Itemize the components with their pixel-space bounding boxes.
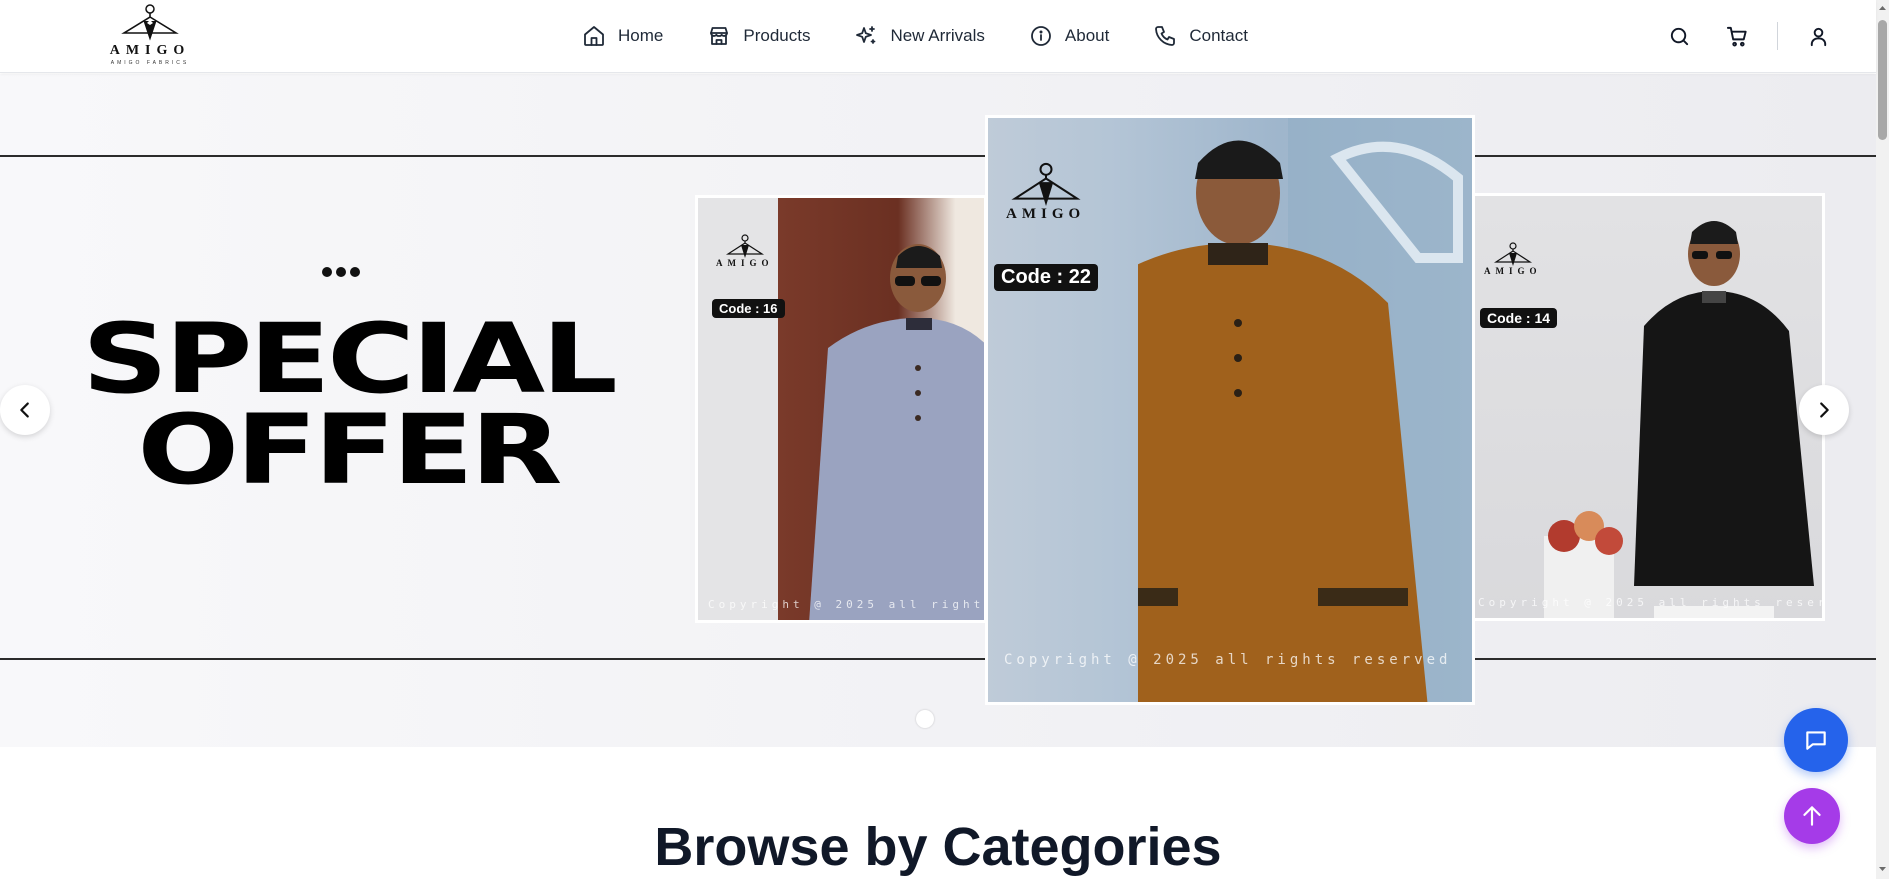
info-icon <box>1031 26 1051 46</box>
watermark-logo: AMIGO <box>716 234 774 268</box>
header-divider <box>1777 22 1778 50</box>
cart-icon <box>1726 26 1747 46</box>
model-figure <box>1138 118 1472 702</box>
scroll-to-top-button[interactable] <box>1784 788 1840 844</box>
chevron-right-icon <box>1820 402 1829 418</box>
page-scrollbar[interactable] <box>1876 0 1889 879</box>
arrow-up-icon <box>1803 806 1821 826</box>
chat-icon <box>1806 731 1826 750</box>
chat-button[interactable] <box>1784 708 1848 772</box>
sparkles-icon <box>856 26 876 44</box>
carousel-slide[interactable]: AMIGO Code : 16 Copyright @ 2025 all rig… <box>695 195 987 623</box>
account-button[interactable] <box>1800 18 1836 54</box>
nav-contact[interactable]: Contact <box>1131 18 1270 54</box>
phone-icon <box>1155 26 1176 46</box>
nav-about-label: About <box>1064 26 1110 45</box>
product-code-badge: Code : 22 <box>994 264 1099 291</box>
carousel-pagination-dot[interactable] <box>916 710 934 728</box>
hanger-logo-icon <box>1010 162 1081 206</box>
model-figure <box>1544 221 1814 618</box>
heading-line-1: SPECIAL <box>81 303 618 415</box>
watermark-brand: AMIGO <box>716 258 774 268</box>
nav-new-arrivals[interactable]: New Arrivals <box>832 18 1006 54</box>
carousel-slide-active[interactable]: AMIGO Code : 22 Copyright @ 2025 all rig… <box>985 115 1475 705</box>
nav-home[interactable]: Home <box>560 18 685 54</box>
hanger-logo-icon <box>121 4 179 41</box>
hanger-logo-icon <box>1493 242 1532 266</box>
home-icon <box>584 26 604 46</box>
chevron-left-icon <box>20 402 29 418</box>
carousel-next-button[interactable] <box>1799 385 1849 435</box>
nav-new-arrivals-label: New Arrivals <box>890 26 985 45</box>
model-figure <box>809 244 984 620</box>
hero-top-rule <box>0 155 1876 157</box>
header-actions <box>1639 18 1836 54</box>
nav-contact-label: Contact <box>1189 26 1248 45</box>
nav-products-label: Products <box>743 26 811 45</box>
watermark-logo: AMIGO <box>1006 162 1085 223</box>
scrollbar-thumb[interactable] <box>1878 20 1887 140</box>
copyright-watermark: Copyright @ 2025 all rights reserved <box>1004 652 1452 668</box>
store-icon <box>710 27 729 45</box>
scroll-up-icon[interactable] <box>1878 3 1887 13</box>
watermark-brand: AMIGO <box>1484 266 1542 276</box>
carousel-prev-button[interactable] <box>0 385 50 435</box>
search-button[interactable] <box>1661 18 1697 54</box>
watermark-logo: AMIGO <box>1484 242 1542 276</box>
nav-about[interactable]: About <box>1007 18 1131 54</box>
brand-subtitle: AMIGO FABRICS <box>110 60 190 66</box>
product-code-badge: Code : 16 <box>712 299 785 318</box>
section-title: Browse by Categories <box>654 817 1222 877</box>
special-offer-heading: SPECIAL OFFER <box>82 311 618 498</box>
hero-carousel: SPECIAL OFFER AMIGO Code : 16 Copyright … <box>0 74 1876 747</box>
copyright-watermark: Copyright @ 2025 all rights reserved <box>1478 596 1825 609</box>
product-code-badge: Code : 14 <box>1480 308 1558 328</box>
hanger-logo-icon <box>725 234 764 258</box>
watermark-brand: AMIGO <box>1006 206 1086 222</box>
ellipsis-icon <box>322 267 360 277</box>
user-icon <box>1810 27 1826 46</box>
carousel-slide[interactable]: AMIGO Code : 14 Copyright @ 2025 all rig… <box>1471 193 1825 621</box>
hero-bottom-rule <box>0 658 1876 660</box>
main-nav: Home Products New Arrivals About Contact <box>560 18 1270 54</box>
heading-line-2: OFFER <box>137 394 562 507</box>
brand-name: AMIGO <box>109 43 191 58</box>
copyright-watermark: Copyright @ 2025 all rights reserved <box>708 598 985 611</box>
brand-logo[interactable]: AMIGO AMIGO FABRICS <box>96 3 204 69</box>
cart-button[interactable] <box>1719 18 1755 54</box>
nav-home-label: Home <box>618 26 664 45</box>
site-header: AMIGO AMIGO FABRICS Home Products New Ar… <box>0 0 1876 73</box>
scroll-down-icon[interactable] <box>1878 864 1887 874</box>
search-icon <box>1670 27 1688 45</box>
nav-products[interactable]: Products <box>685 18 832 54</box>
